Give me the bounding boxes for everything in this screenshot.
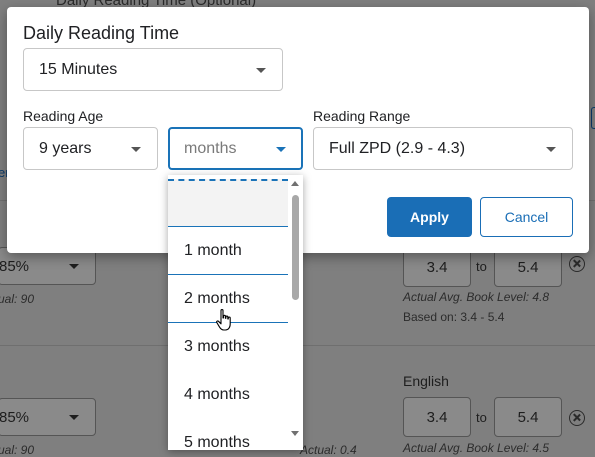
caret-down-icon [69,264,79,269]
background-range-to: to [476,259,487,274]
background-actual-note: ual: 90 [0,443,35,457]
remove-circle-icon[interactable] [569,256,585,272]
background-actual-note: ual: 90 [0,292,35,306]
reading-range-select[interactable]: Full ZPD (2.9 - 4.3) [313,127,573,170]
caret-down-icon [131,147,141,152]
month-option[interactable]: 4 months [168,371,288,419]
daily-time-select[interactable]: 15 Minutes [23,48,283,91]
month-option[interactable]: 1 month [168,227,288,275]
caret-down-icon [69,415,79,420]
background-range-low[interactable]: 3.4 [403,247,471,287]
caret-down-icon [276,147,286,152]
reading-age-label: Reading Age [23,108,104,124]
background-range-high[interactable]: 5.4 [494,247,562,287]
scroll-down-icon[interactable] [291,431,299,436]
background-range-low[interactable]: 3.4 [403,397,471,437]
background-actual-avg: Actual Avg. Book Level: 4.8 [403,290,550,304]
cancel-button[interactable]: Cancel [480,197,573,237]
month-option-empty[interactable] [168,179,288,227]
scrollbar-thumb[interactable] [292,195,299,300]
background-range-high[interactable]: 5.4 [494,397,562,437]
apply-button[interactable]: Apply [387,197,472,237]
month-option[interactable]: 5 months [168,419,288,450]
reading-range-label: Reading Range [313,108,411,124]
months-dropdown-list[interactable]: 1 month 2 months 3 months 4 months 5 mon… [168,175,303,450]
background-right-button-edge[interactable] [591,107,595,129]
dropdown-scrollbar[interactable] [288,175,303,450]
background-actual-avg: Actual Avg. Book Level: 4.5 [403,441,550,455]
background-based-on: Based on: 3.4 - 5.4 [403,310,505,324]
background-actual-cut: Actual: 0.4 [300,443,357,457]
background-range-to: to [476,410,487,425]
caret-down-icon [256,68,266,73]
caret-down-icon [546,147,556,152]
hand-pointer-icon [216,309,231,331]
background-percent-select[interactable]: 85% [0,398,96,436]
remove-circle-icon[interactable] [569,410,585,426]
background-language: English [403,373,449,389]
modal-title: Daily Reading Time [23,23,180,43]
scroll-up-icon[interactable] [291,181,299,186]
months-select[interactable]: months [168,127,303,170]
years-select[interactable]: 9 years [23,127,158,170]
